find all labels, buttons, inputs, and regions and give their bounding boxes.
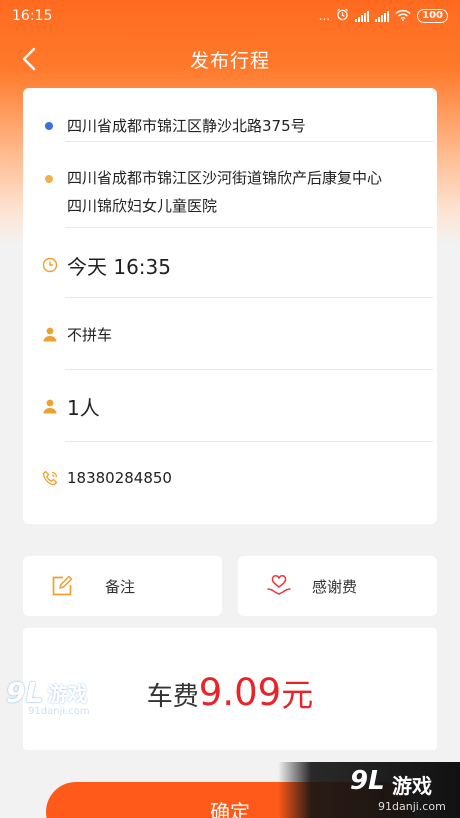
watermark-logo: 9L [6, 676, 44, 709]
divider [65, 227, 433, 228]
fare-unit: 元 [281, 676, 314, 714]
phone-number: 18380284850 [67, 469, 172, 487]
heart-hand-icon [266, 574, 292, 598]
edit-icon [51, 575, 73, 597]
more-dots-icon: ... [318, 9, 331, 23]
passenger-count: 1人 [67, 395, 100, 420]
destination-line-2: 四川锦欣妇女儿童医院 [67, 197, 218, 215]
clock-icon [41, 256, 59, 274]
person-icon [41, 397, 59, 415]
wifi-icon [395, 9, 411, 24]
phone-icon [41, 469, 59, 487]
status-icons: ... 100 [319, 8, 448, 24]
signal-icon [355, 10, 370, 22]
note-button[interactable]: 备注 [23, 556, 222, 616]
status-time: 16:15 [12, 8, 53, 24]
destination-address: 四川省成都市锦江区沙河街道锦欣产后康复中心 四川锦欣妇女儿童医院 [67, 164, 382, 220]
phone-row[interactable]: 18380284850 [41, 448, 415, 508]
carpool-row[interactable]: 不拼车 [41, 298, 433, 370]
divider [65, 441, 433, 442]
battery-icon: 100 [417, 9, 448, 23]
fare-label: 车费 [146, 681, 199, 712]
chevron-left-icon [22, 47, 36, 71]
back-button[interactable] [14, 44, 44, 74]
time-row[interactable]: 今天 16:35 [41, 232, 433, 298]
destination-dot-icon [45, 175, 53, 183]
origin-row[interactable]: 四川省成都市锦江区静沙北路375号 [41, 110, 433, 142]
status-bar: 16:15 ... 100 [0, 0, 460, 32]
origin-address: 四川省成都市锦江区静沙北路375号 [67, 117, 306, 135]
trip-details-card: 四川省成都市锦江区静沙北路375号 四川省成都市锦江区沙河街道锦欣产后康复中心 … [23, 88, 437, 524]
thanks-fee-button[interactable]: 感谢费 [238, 556, 437, 616]
note-label: 备注 [105, 577, 136, 596]
destination-line-1: 四川省成都市锦江区沙河街道锦欣产后康复中心 [67, 169, 383, 187]
alarm-icon [336, 8, 349, 24]
nav-bar: 发布行程 [0, 32, 460, 86]
person-icon [41, 325, 59, 343]
watermark-url: 91danji.com [28, 706, 90, 717]
page-title: 发布行程 [189, 49, 270, 72]
confirm-label: 确定 [210, 800, 250, 818]
passengers-row[interactable]: 1人 [41, 370, 433, 442]
thanks-fee-label: 感谢费 [312, 577, 358, 596]
destination-row[interactable]: 四川省成都市锦江区沙河街道锦欣产后康复中心 四川锦欣妇女儿童医院 [41, 164, 433, 228]
watermark-url: 91danji.com [378, 800, 446, 813]
watermark-logo: 9L [350, 766, 385, 796]
fare-amount: 9.09 [198, 670, 282, 714]
watermark-text: 游戏 [392, 774, 432, 798]
signal-icon-2 [375, 10, 390, 22]
departure-time: 今天 16:35 [67, 254, 171, 279]
divider [65, 141, 433, 142]
watermark-left: 9L 游戏 91danji.com [6, 676, 90, 717]
origin-dot-icon [45, 122, 53, 130]
watermark-text: 游戏 [47, 682, 88, 706]
watermark-right: 9L 游戏 91danji.com [278, 762, 460, 818]
carpool-option: 不拼车 [67, 325, 113, 344]
